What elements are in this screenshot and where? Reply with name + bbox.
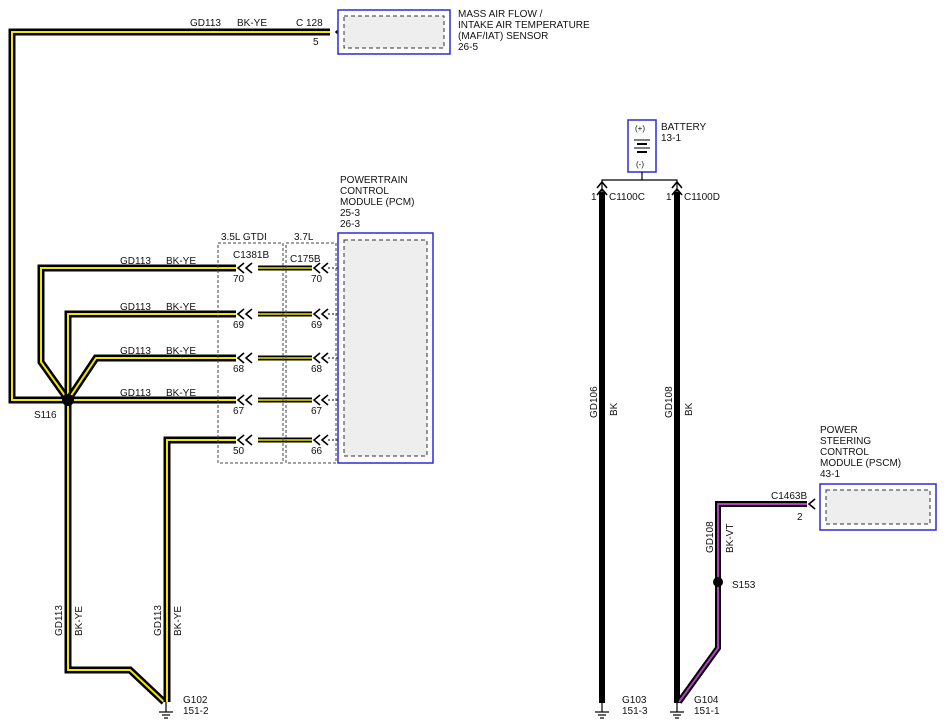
connector-label-c1100c: C1100C [609,192,645,203]
pin-label-c1381b-67: 67 [233,406,245,417]
pin-label-c1381b-69: 69 [233,320,245,331]
color-label-bk-ye-69: BK-YE [166,302,196,313]
pin-terminal-marks [236,26,816,510]
circuit-label-gd113-vert-a: GD113 [54,605,65,636]
splice-label-s116: S116 [34,410,57,421]
pin-label-c1100d: 1 [666,192,672,203]
wire-group-gd113 [8,28,330,705]
battery-label: BATTERY [661,122,707,133]
pscm-label-line4: MODULE (PSCM) [820,458,901,469]
color-label-bk-ye-68: BK-YE [166,346,196,357]
color-label-bk-ye-vert-a: BK-YE [74,606,85,636]
connector-label-c1381b: C1381B [233,250,269,261]
battery-minus-label: (-) [636,160,644,169]
battery-plus-label: (+) [635,124,645,133]
pcm-label-ref1: 25-3 [340,208,360,219]
ground-label-g104: G104 [694,695,719,706]
variant-label-35l: 3.5L GTDI [221,232,267,243]
pcm-label-line1: POWERTRAIN [340,175,408,186]
pin-label-c1100c: 1 [591,192,597,203]
circuit-label-gd113-69: GD113 [120,302,151,313]
ground-symbol-g104 [670,703,684,719]
pin-label-c1381b-50: 50 [233,446,245,457]
circuit-label-gd113-vert-b: GD113 [153,605,164,636]
battery-ref: 13-1 [661,133,681,144]
wire-gd113-maf [8,28,330,404]
ground-symbol-g102 [159,702,173,719]
color-label-bk-ye-top: BK-YE [237,18,267,29]
color-label-bk-ye-vert-b: BK-YE [173,606,184,636]
splice-s153 [713,577,723,587]
pin-label-c175b-67: 67 [311,406,323,417]
pscm-component [819,483,937,531]
splice-label-s153: S153 [732,580,756,591]
pcm-component [337,232,434,464]
maf-label-ref: 26-5 [458,42,478,53]
pin-label-c175b-68: 68 [311,364,323,375]
connector-label-c1463b: C1463B [771,491,807,502]
wire-gd108-bk-vt [676,501,807,704]
maf-label-line2: INTAKE AIR TEMPERATURE [458,20,590,31]
connector-label-c175b: C175B [290,254,321,265]
pin-label-c1381b-68: 68 [233,364,245,375]
wire-gd113-inline-stripes [258,267,312,441]
pin-label-c175b-69: 69 [311,320,323,331]
connector-c1381b-outline [217,242,284,464]
variant-label-37l: 3.7L [294,232,314,243]
circuit-label-gd108: GD108 [664,386,675,418]
wiring-diagram: MASS AIR FLOW / INTAKE AIR TEMPERATURE (… [8,9,937,719]
color-label-bk-ye-67: BK-YE [166,388,196,399]
pscm-label-line1: POWER [820,425,858,436]
color-label-bk-vt: BK-VT [725,524,736,553]
splice-s116 [62,394,74,406]
wire-gd113-pin68 [65,354,236,402]
maf-label-line3: (MAF/IAT) SENSOR [458,31,548,42]
circuit-label-gd113-67: GD113 [120,388,151,399]
ground-symbol-g103 [595,703,609,719]
ground-ref-g104: 151-1 [694,706,720,717]
pcm-label-line3: MODULE (PCM) [340,197,414,208]
connector-label-c128: C 128 [296,18,323,29]
wire-gd113-inline-segments [258,265,312,443]
ground-label-g102: G102 [183,695,208,706]
color-label-bk-gd108: BK [684,402,695,416]
maf-sensor-component [337,9,451,55]
pin-label-c1381b-70: 70 [233,274,245,285]
pscm-label-line3: CONTROL [820,447,869,458]
circuit-label-gd108-bkvt: GD108 [705,521,716,553]
connector-label-c1100d: C1100D [684,192,720,203]
circuit-label-gd113-70: GD113 [120,256,151,267]
pscm-label-ref: 43-1 [820,469,840,480]
circuit-label-gd106: GD106 [589,386,600,418]
color-label-bk-ye-70: BK-YE [166,256,196,267]
ground-ref-g102: 151-2 [183,706,209,717]
circuit-label-gd113-68: GD113 [120,346,151,357]
pin-label-c1463b: 2 [797,512,803,523]
color-label-bk-gd106: BK [609,402,620,416]
circuit-label-gd113-top: GD113 [190,18,221,29]
pcm-label-line2: CONTROL [340,186,389,197]
pcm-label-ref2: 26-3 [340,219,360,230]
ground-label-g103: G103 [622,695,647,706]
pin-label-c128: 5 [313,37,319,48]
ground-ref-g103: 151-3 [622,706,648,717]
wire-gd113-ground-a [64,400,167,705]
pin-label-c175b-66: 66 [311,446,323,457]
pin-label-c175b-70: 70 [311,274,323,285]
pscm-label-line2: STEERING [820,436,871,447]
maf-label-line1: MASS AIR FLOW / [458,9,543,20]
wire-gd113-ground-b [163,436,236,702]
